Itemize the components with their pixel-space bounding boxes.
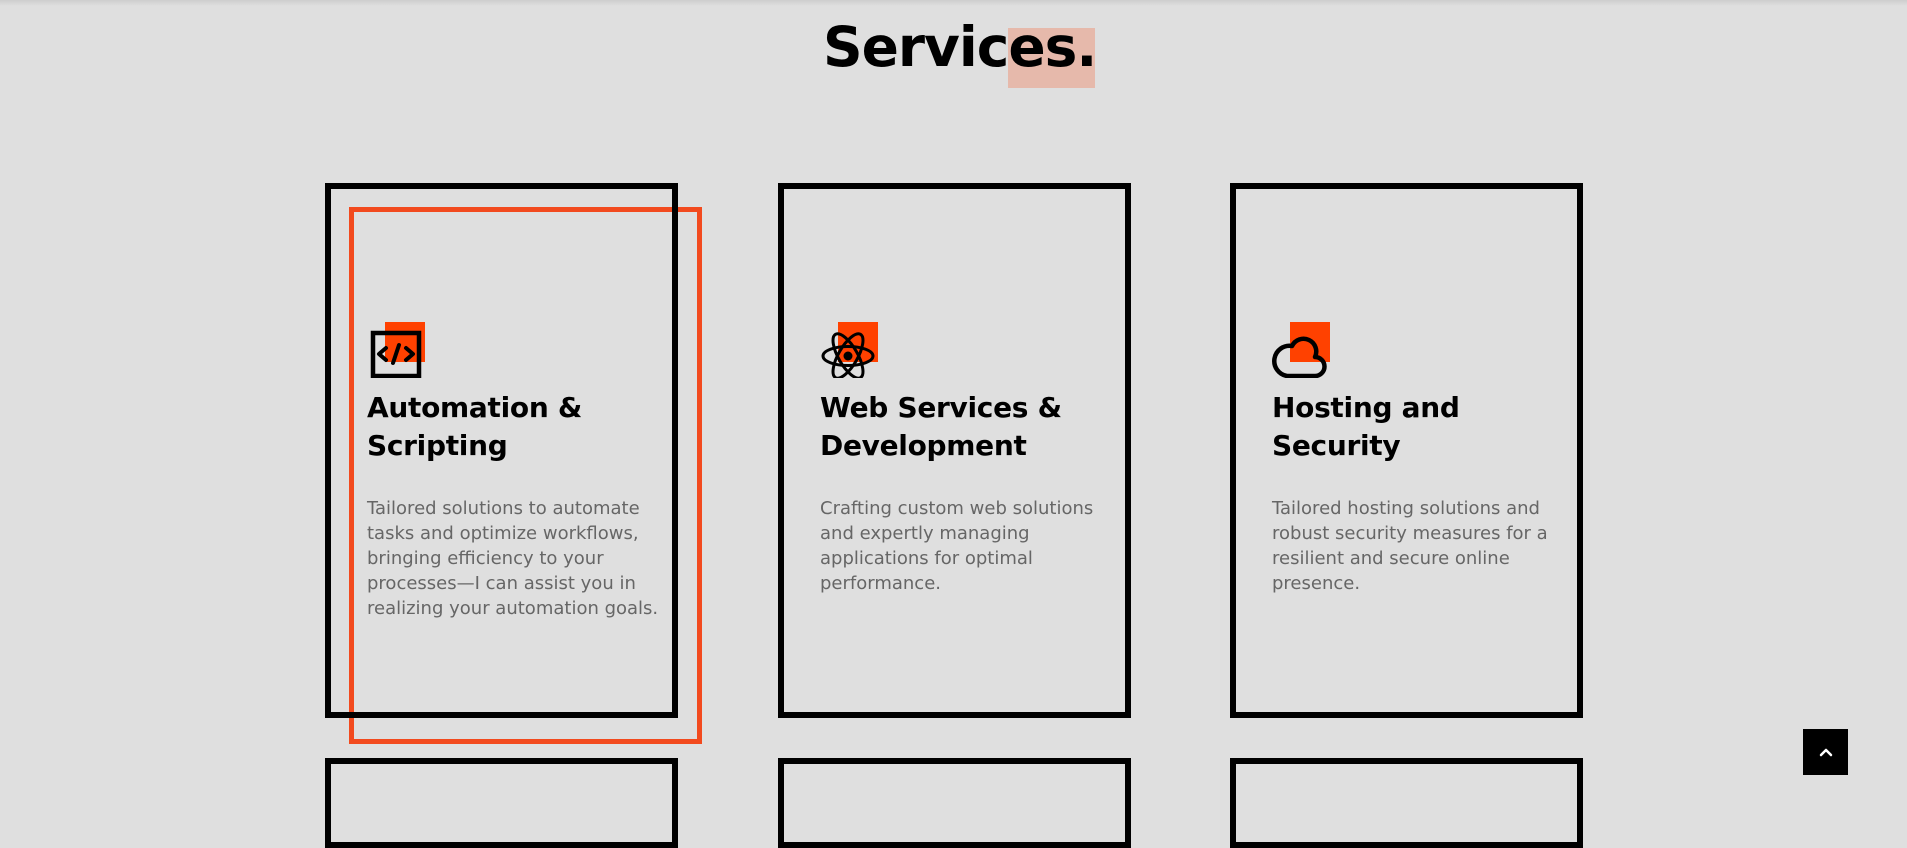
card-description: Tailored solutions to automate tasks and… [367,498,659,619]
service-card[interactable] [778,758,1131,848]
service-card[interactable] [1230,758,1583,848]
card-title: Web Services & Development [820,391,1062,462]
react-atom-icon [820,322,878,378]
chevron-up-icon [1819,748,1832,757]
service-card-web-development[interactable]: Web Services & Development Crafting cust… [778,183,1131,718]
card-title: Automation & Scripting [367,391,583,462]
cloud-icon [1272,322,1330,378]
service-card[interactable] [325,758,678,848]
section-title: Services. [823,15,1097,79]
section-heading: Services. [823,12,1103,88]
code-icon [367,322,425,378]
card-description: Tailored hosting solutions and robust se… [1272,498,1548,594]
card-title: Hosting and Security [1272,391,1460,462]
scroll-to-top-button[interactable] [1803,729,1848,775]
header-shadow [0,0,1907,6]
service-card-automation[interactable]: Automation & Scripting Tailored solution… [325,183,678,718]
service-card-hosting-security[interactable]: Hosting and Security Tailored hosting so… [1230,183,1583,718]
card-description: Crafting custom web solutions and expert… [820,498,1094,594]
